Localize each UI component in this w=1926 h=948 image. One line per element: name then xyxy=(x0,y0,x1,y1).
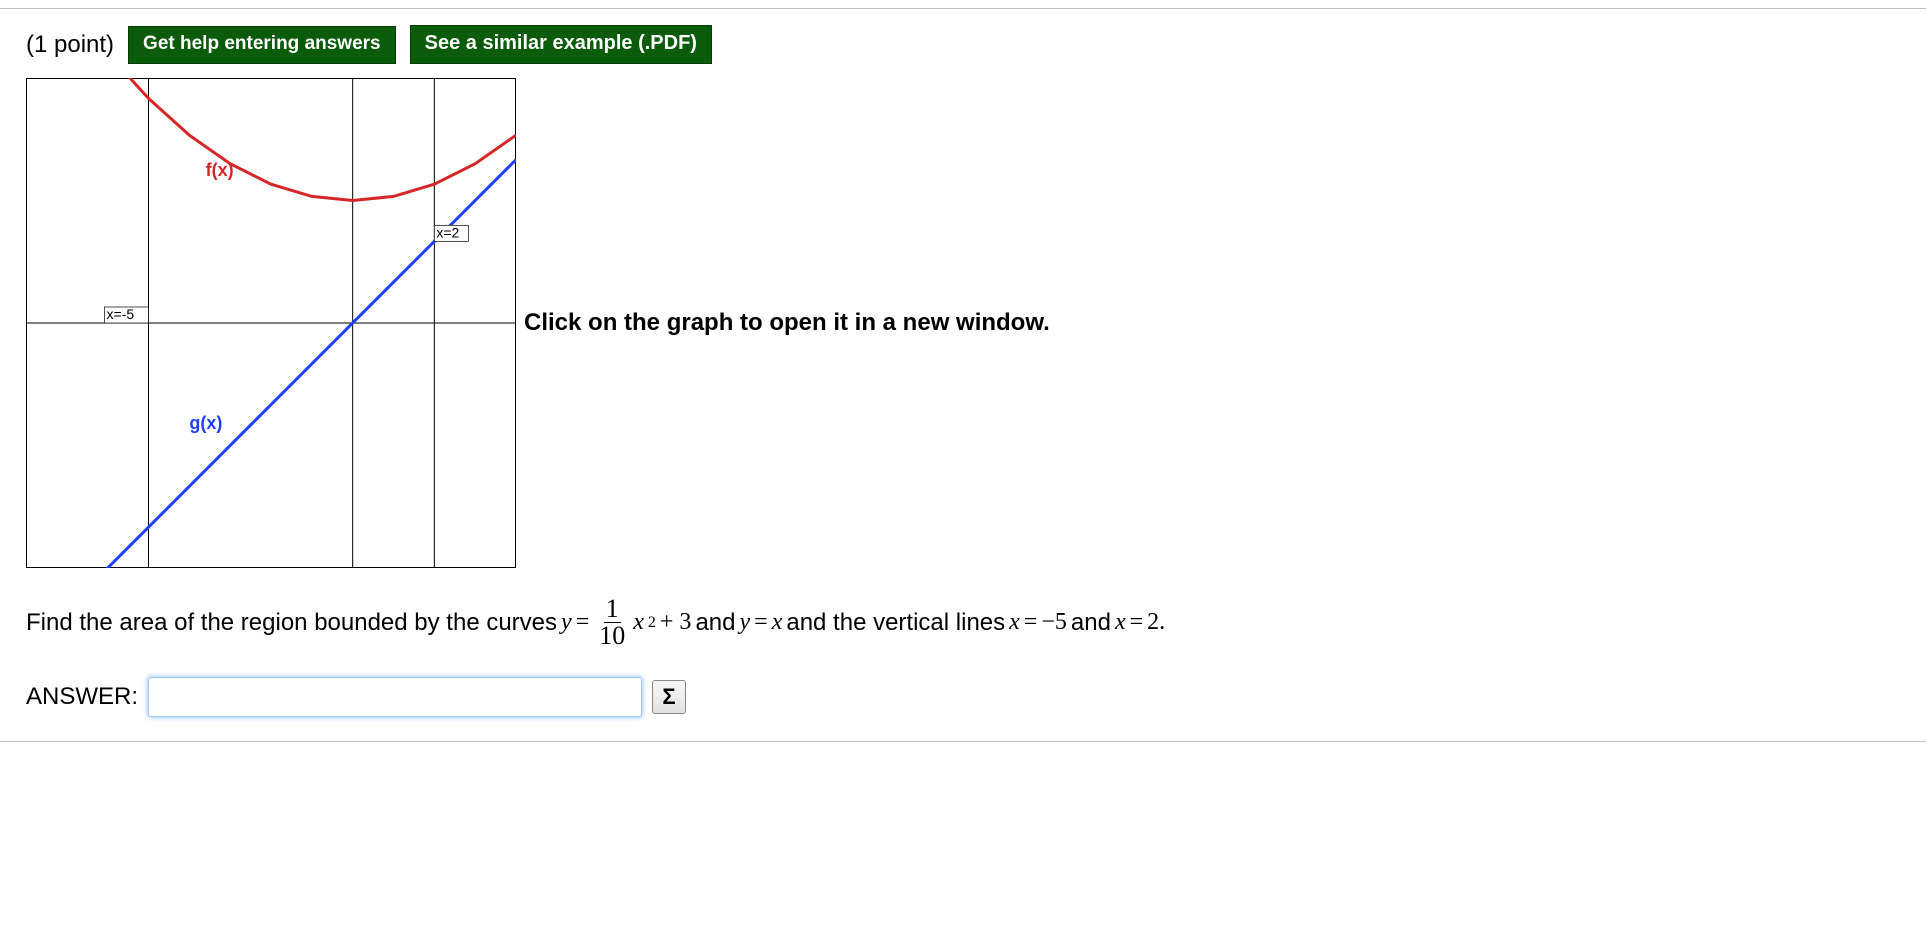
equation-editor-button[interactable]: Σ xyxy=(652,680,686,714)
math-eq4: = xyxy=(1130,609,1144,636)
points-label: (1 point) xyxy=(26,31,114,59)
math-eq1: = xyxy=(576,609,590,636)
math-sq: 2 xyxy=(648,614,656,632)
math-x2: x xyxy=(772,609,783,636)
math-eq2: = xyxy=(754,609,768,636)
question-text: Find the area of the region bounded by t… xyxy=(0,578,1926,657)
bottom-divider xyxy=(0,741,1926,742)
math-plus3: + 3 xyxy=(660,609,692,636)
graph-caption: Click on the graph to open it in a new w… xyxy=(524,309,1050,337)
question-and2: and the vertical lines xyxy=(786,609,1005,637)
chart-svg[interactable]: f(x) g(x) x=-5 x=2 xyxy=(26,78,516,568)
fraction-numerator: 1 xyxy=(604,596,621,623)
math-x1: x xyxy=(633,609,644,636)
question-and3: and xyxy=(1071,609,1111,637)
question-part1: Find the area of the region bounded by t… xyxy=(26,609,557,637)
graph-panel[interactable]: f(x) g(x) x=-5 x=2 xyxy=(26,78,516,568)
header-row: (1 point) Get help entering answers See … xyxy=(0,9,1926,74)
math-two: 2. xyxy=(1147,609,1165,636)
x-2-label: x=2 xyxy=(436,224,459,240)
help-entering-answers-button[interactable]: Get help entering answers xyxy=(128,26,396,64)
see-similar-example-button[interactable]: See a similar example (.PDF) xyxy=(410,25,712,64)
answer-label: ANSWER: xyxy=(26,683,138,711)
math-y1: y xyxy=(561,609,572,636)
math-x4: x xyxy=(1115,609,1126,636)
math-neg5: −5 xyxy=(1041,609,1067,636)
g-of-x-label: g(x) xyxy=(189,413,222,433)
math-fraction: 1 10 xyxy=(597,596,627,649)
f-of-x-label: f(x) xyxy=(206,160,234,180)
math-x3: x xyxy=(1009,609,1020,636)
math-y2: y xyxy=(739,609,750,636)
answer-input[interactable] xyxy=(148,677,642,717)
math-eq3: = xyxy=(1024,609,1038,636)
x-neg5-label: x=-5 xyxy=(107,306,135,322)
fraction-denominator: 10 xyxy=(597,623,627,649)
question-and1: and xyxy=(695,609,735,637)
